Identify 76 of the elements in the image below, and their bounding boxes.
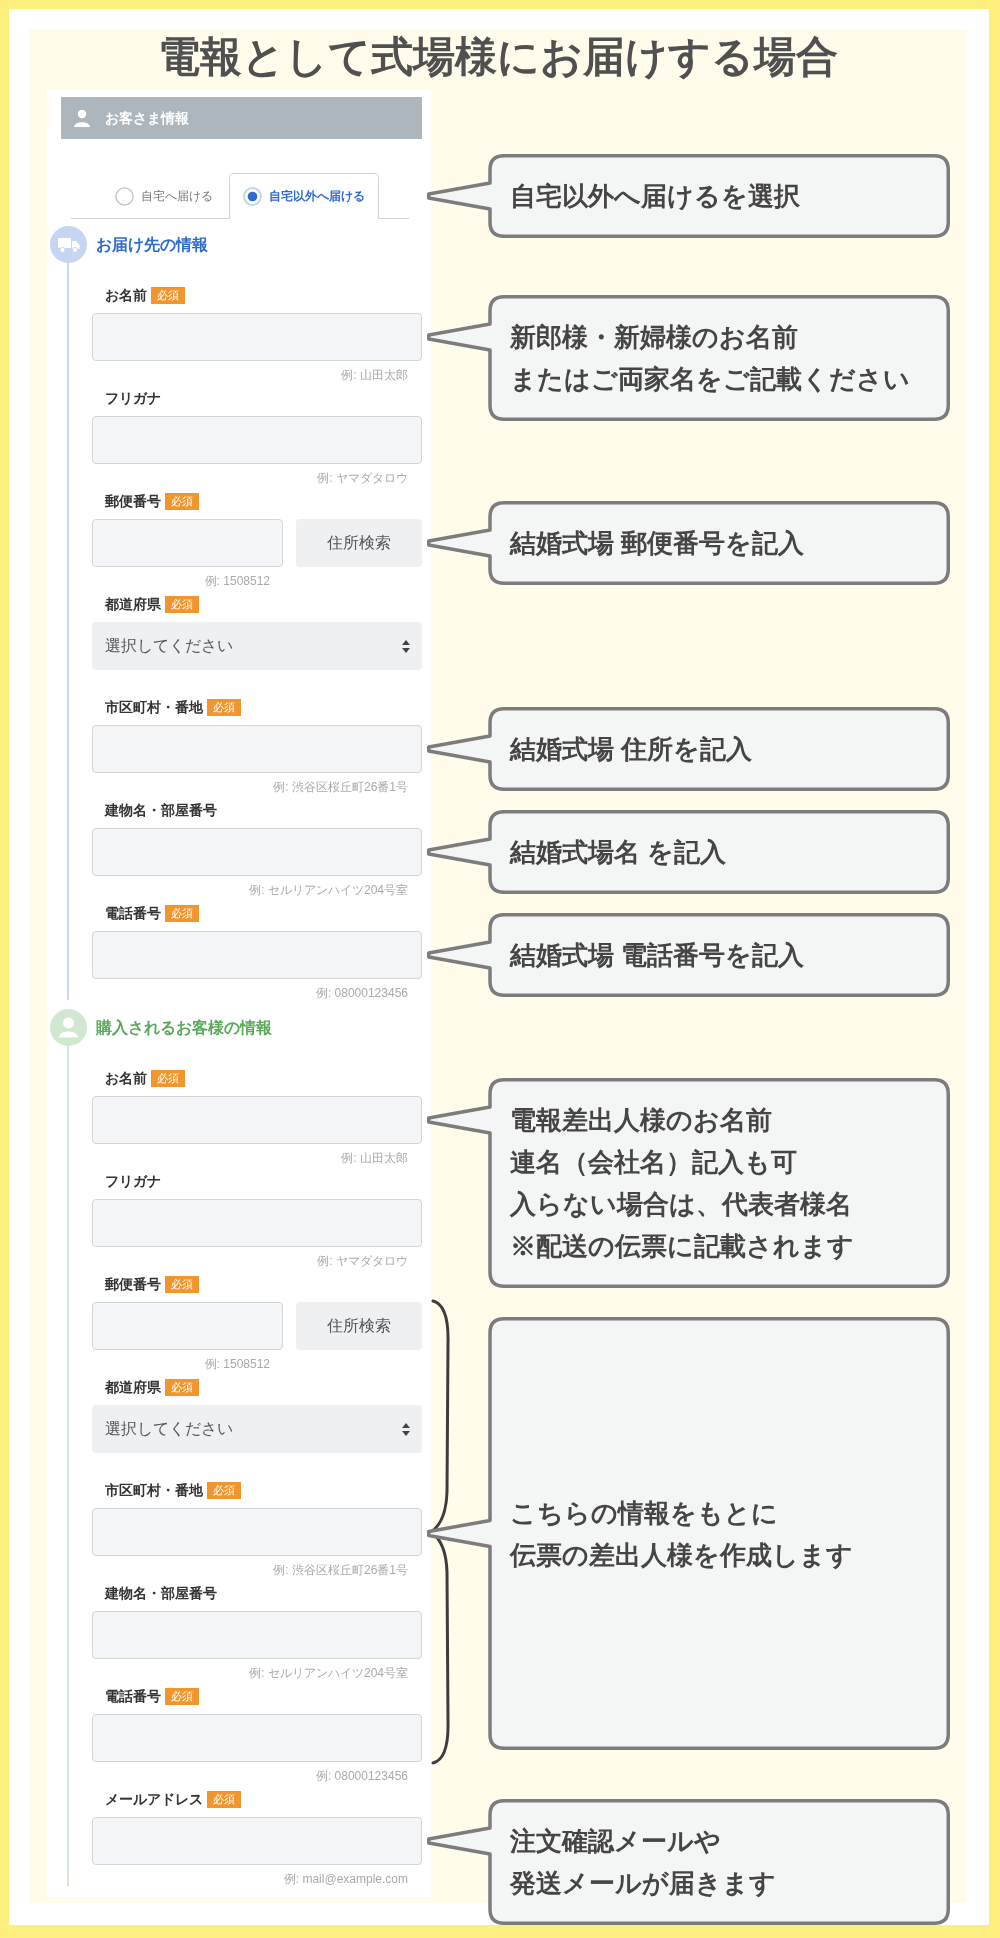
callout-text: 新郎様・新婦様のお名前 またはご両家名をご記載ください: [510, 321, 910, 396]
input-field[interactable]: [92, 1508, 422, 1556]
required-badge: 必須: [165, 904, 199, 922]
field-label: 建物名・部屋番号: [105, 1584, 217, 1603]
required-badge: 必須: [207, 698, 241, 716]
required-badge: 必須: [165, 1275, 199, 1293]
input-field[interactable]: [92, 1199, 422, 1247]
input-field[interactable]: [92, 828, 422, 876]
postal-code-field[interactable]: [92, 1302, 283, 1350]
up-down-caret-icon: [401, 1421, 411, 1437]
required-badge: 必須: [207, 1481, 241, 1499]
hint-text: 例: ヤマダタロウ: [317, 1254, 408, 1268]
hint-text: 例: 1508512: [204, 574, 270, 588]
input-field[interactable]: [92, 1817, 422, 1865]
input-field[interactable]: [92, 1096, 422, 1144]
callout-text: 結婚式場名 を記入: [510, 836, 727, 869]
person-icon: [73, 109, 91, 127]
hint-text: 例: 渋谷区桜丘町26番1号: [273, 780, 408, 794]
field-label: お名前: [105, 1069, 147, 1088]
required-badge: 必須: [165, 1378, 199, 1396]
header-title: お客さま情報: [105, 109, 189, 127]
tab[interactable]: 自宅以外へ届ける: [229, 173, 379, 219]
hint-text: 例: mail@example.com: [283, 1872, 408, 1886]
input-field[interactable]: [92, 416, 422, 464]
hint-text: 例: ヤマダタロウ: [317, 471, 408, 485]
callout-text: 注文確認メールや 発送メールが届きます: [510, 1825, 776, 1900]
hint-text: 例: 08000123456: [315, 1769, 408, 1783]
field-label: 都道府県: [105, 595, 161, 614]
address-search-button[interactable]: 住所検索: [296, 519, 422, 567]
callout-text: 結婚式場 住所を記入: [510, 733, 753, 766]
input-field[interactable]: [92, 725, 422, 773]
callout-text: 自宅以外へ届けるを選択: [510, 180, 800, 213]
callout-text: 結婚式場 電話番号を記入: [510, 939, 805, 972]
field-label: フリガナ: [105, 389, 161, 408]
input-field[interactable]: [92, 313, 422, 361]
field-label: 建物名・部屋番号: [105, 801, 217, 820]
hint-text: 例: セルリアンハイツ204号室: [249, 1666, 408, 1680]
hint-text: 例: 山田太郎: [341, 1151, 408, 1165]
hint-text: 例: 山田太郎: [341, 368, 408, 382]
tab[interactable]: 自宅へ届ける: [101, 173, 227, 219]
radio-icon: [115, 186, 134, 206]
field-label: 郵便番号: [105, 492, 161, 511]
required-badge: 必須: [207, 1790, 241, 1808]
postal-code-field[interactable]: [92, 519, 283, 567]
required-badge: 必須: [165, 492, 199, 510]
select-field[interactable]: 選択してください: [92, 622, 422, 670]
hint-text: 例: 渋谷区桜丘町26番1号: [273, 1563, 408, 1577]
callout-text: こちらの情報をもとに 伝票の差出人様を作成します: [510, 1496, 853, 1572]
field-label: フリガナ: [105, 1172, 161, 1191]
hint-text: 例: セルリアンハイツ204号室: [249, 883, 408, 897]
input-field[interactable]: [92, 1611, 422, 1659]
section-title: 購入されるお客様の情報: [96, 1017, 272, 1038]
hint-text: 例: 1508512: [204, 1357, 270, 1371]
field-label: 電話番号: [105, 1687, 161, 1706]
field-label: 市区町村・番地: [105, 698, 203, 717]
required-badge: 必須: [151, 286, 185, 304]
field-label: 市区町村・番地: [105, 1481, 203, 1500]
page-title: 電報として式場様にお届けする場合: [157, 32, 839, 82]
field-label: お名前: [105, 286, 147, 305]
field-label: 電話番号: [105, 904, 161, 923]
select-field[interactable]: 選択してください: [92, 1405, 422, 1453]
required-badge: 必須: [151, 1069, 185, 1087]
up-down-caret-icon: [401, 638, 411, 654]
input-field[interactable]: [92, 931, 422, 979]
input-field[interactable]: [92, 1714, 422, 1762]
radio-icon: [243, 186, 262, 206]
hint-text: 例: 08000123456: [315, 986, 408, 1000]
section-title: お届け先の情報: [96, 234, 208, 255]
field-label: 郵便番号: [105, 1275, 161, 1294]
address-search-button[interactable]: 住所検索: [296, 1302, 422, 1350]
required-badge: 必須: [165, 1687, 199, 1705]
callout-text: 結婚式場 郵便番号を記入: [510, 527, 805, 560]
field-label: メールアドレス: [105, 1790, 203, 1809]
field-label: 都道府県: [105, 1378, 161, 1397]
required-badge: 必須: [165, 595, 199, 613]
callout-text: 電報差出人様のお名前 連名（会社名）記入も可 入らない場合は、代表者様名 ※配送の伝票に記載されます: [510, 1104, 854, 1263]
